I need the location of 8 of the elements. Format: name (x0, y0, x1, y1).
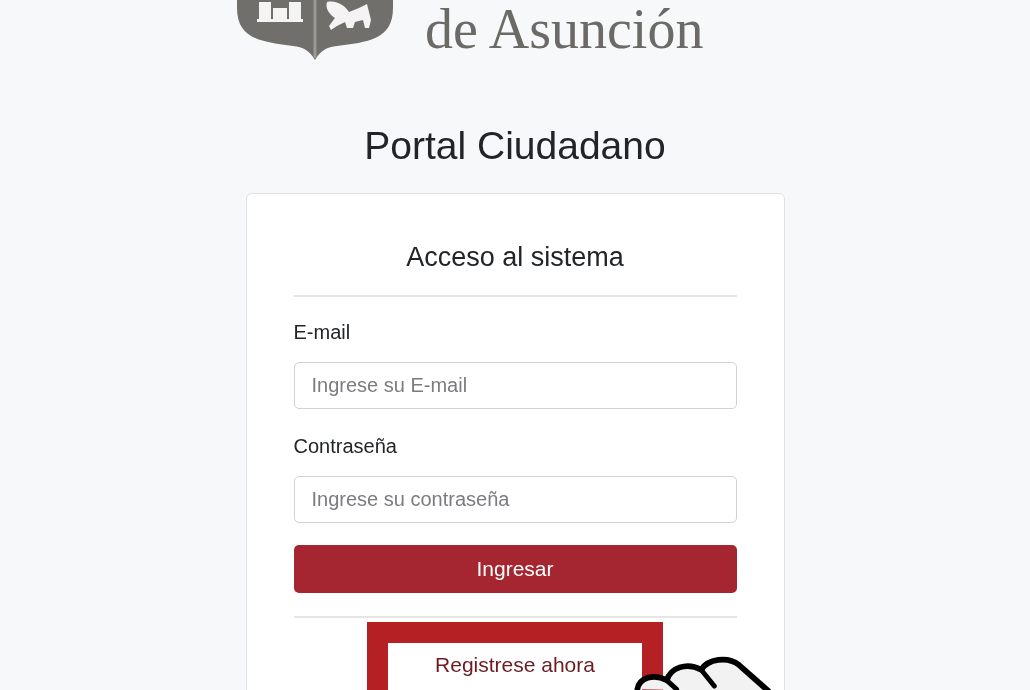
input-field[interactable]: Ingrese su E-mail (293, 362, 737, 409)
input-field[interactable]: Ingrese su contraseña (293, 476, 737, 524)
field-label: E-mail (293, 320, 351, 344)
logo-text: de Asunción (425, 0, 704, 58)
card-title: Acceso al sistema (406, 241, 624, 273)
page-title: Portal Ciudadano (364, 123, 666, 169)
login-button[interactable]: Ingresar (293, 545, 737, 593)
field-label: Contraseña (293, 434, 397, 458)
